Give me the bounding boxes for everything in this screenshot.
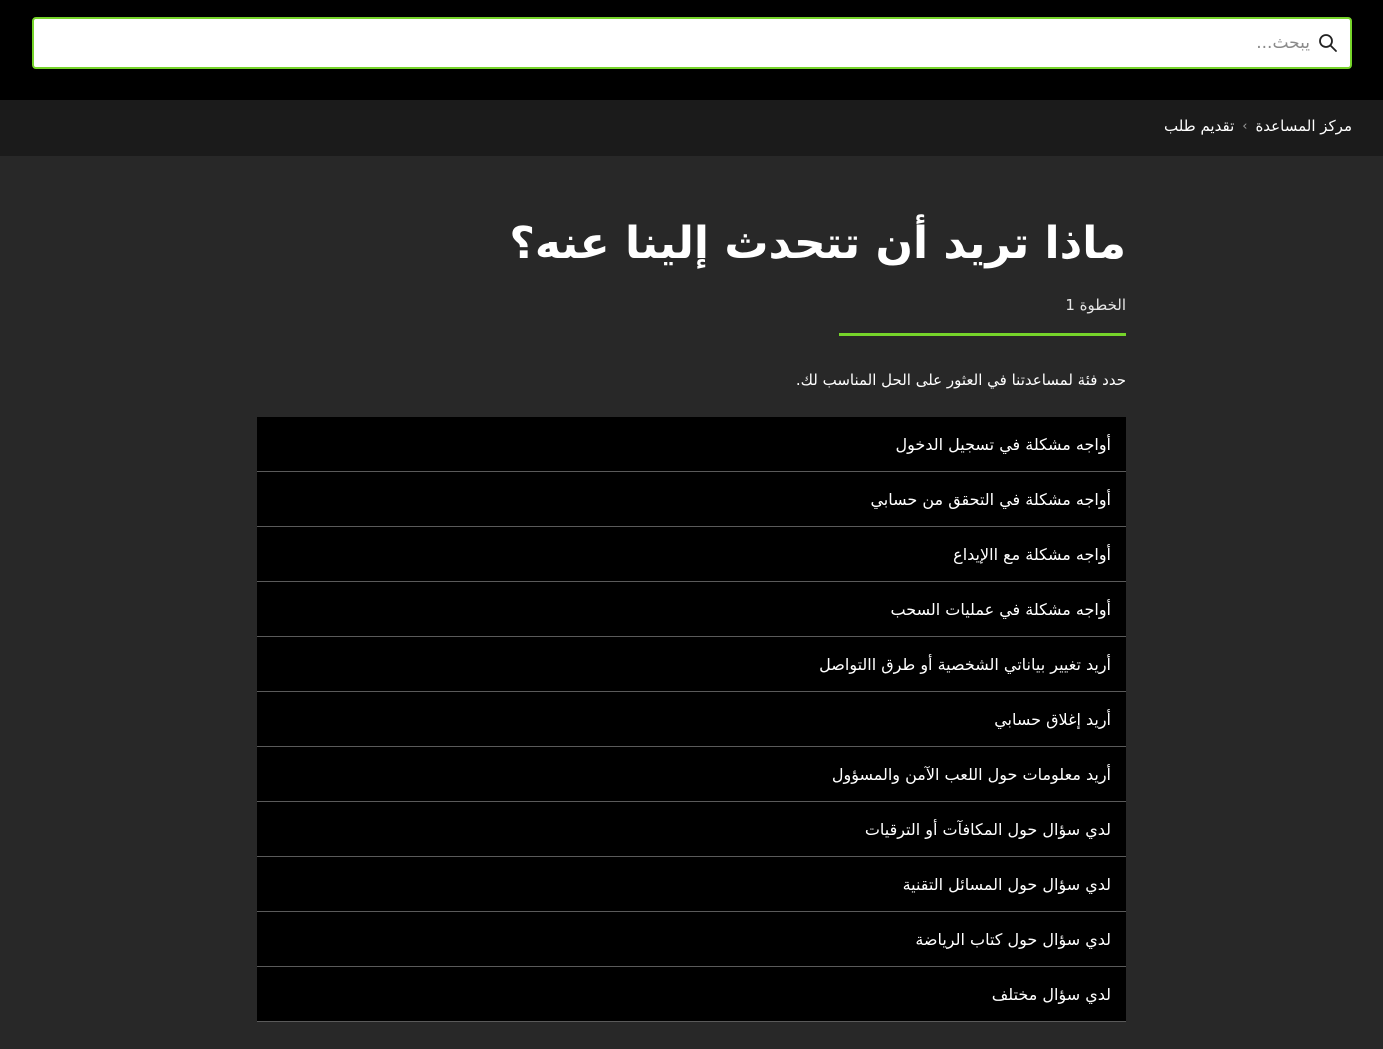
step-progress-bar <box>839 333 1126 336</box>
category-item-technical[interactable]: لدي سؤال حول المسائل التقنية <box>257 857 1126 912</box>
breadcrumb-help-center[interactable]: مركز المساعدة <box>1255 117 1352 135</box>
search-box[interactable] <box>32 17 1352 69</box>
category-list: أواجه مشكلة في تسجيل الدخول أواجه مشكلة … <box>257 417 1126 1022</box>
search-input[interactable] <box>80 19 1310 67</box>
category-item-bonuses[interactable]: لدي سؤال حول المكافآت أو الترقيات <box>257 802 1126 857</box>
breadcrumb-submit-request[interactable]: تقديم طلب <box>1164 117 1234 135</box>
breadcrumb-bar: مركز المساعدة › تقديم طلب <box>0 100 1383 156</box>
search-icon[interactable] <box>1318 33 1338 53</box>
category-item-responsible-gaming[interactable]: أريد معلومات حول اللعب الآمن والمسؤول <box>257 747 1126 802</box>
category-item-close-account[interactable]: أريد إغلاق حسابي <box>257 692 1126 747</box>
breadcrumb: مركز المساعدة › تقديم طلب <box>1164 117 1352 135</box>
header <box>0 0 1383 100</box>
breadcrumb-separator: › <box>1242 118 1248 134</box>
category-item-withdrawals[interactable]: أواجه مشكلة في عمليات السحب <box>257 582 1126 637</box>
category-item-sportsbook[interactable]: لدي سؤال حول كتاب الرياضة <box>257 912 1126 967</box>
category-item-personal-details[interactable]: أريد تغيير بياناتي الشخصية أو طرق االتوا… <box>257 637 1126 692</box>
category-item-verification[interactable]: أواجه مشكلة في التحقق من حسابي <box>257 472 1126 527</box>
page-title: ماذا تريد أن تتحدث إلينا عنه؟ <box>509 218 1126 269</box>
category-item-deposit[interactable]: أواجه مشكلة مع االإيداع <box>257 527 1126 582</box>
instructions-text: حدد فئة لمساعدتنا في العثور على الحل الم… <box>795 371 1126 389</box>
step-label: الخطوة 1 <box>1065 296 1126 314</box>
category-item-other[interactable]: لدي سؤال مختلف <box>257 967 1126 1022</box>
category-item-login[interactable]: أواجه مشكلة في تسجيل الدخول <box>257 417 1126 472</box>
